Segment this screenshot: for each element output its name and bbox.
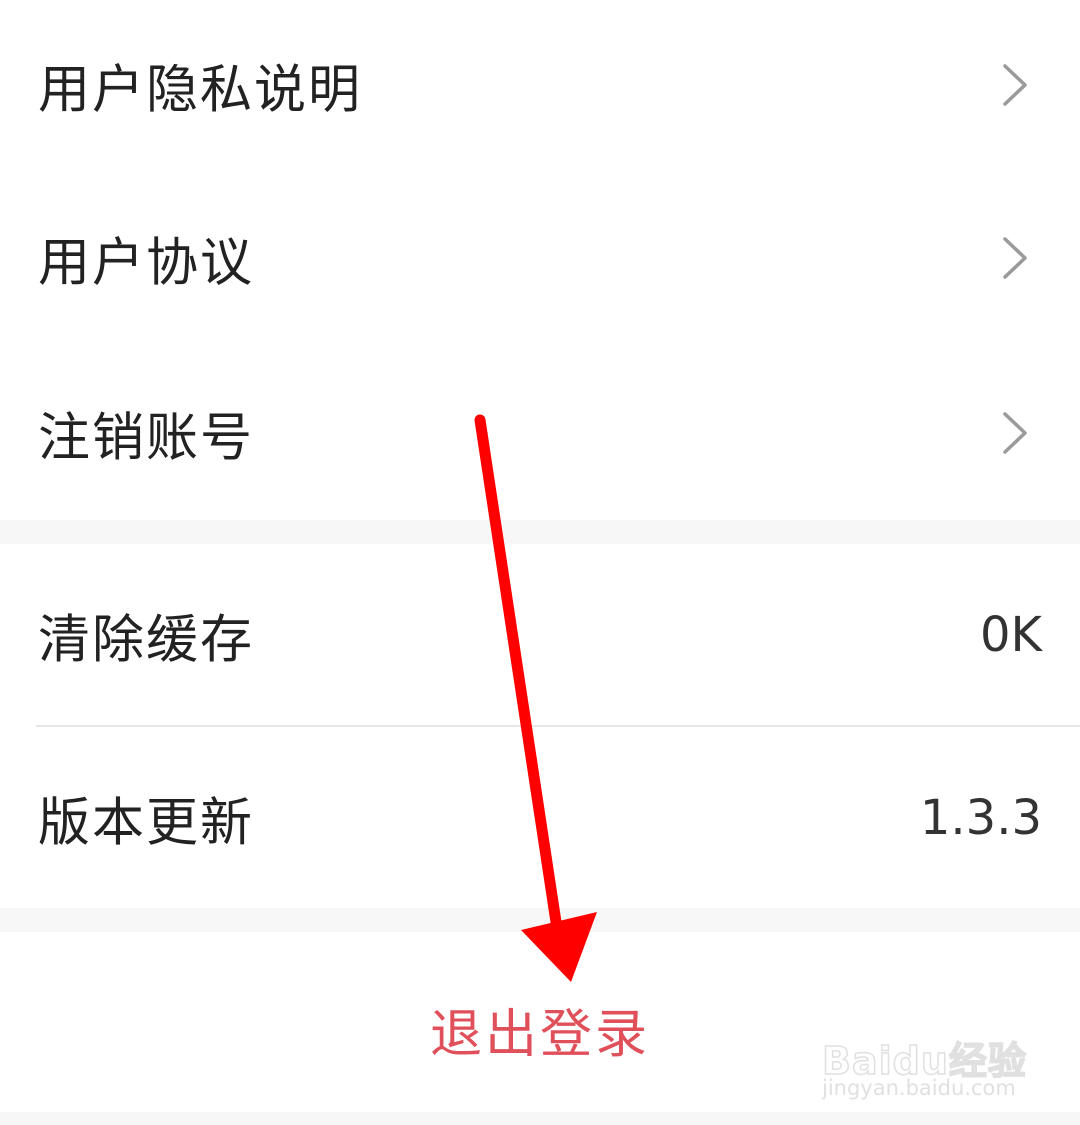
menu-item-privacy[interactable]: 用户隐私说明	[0, 0, 1080, 170]
bottom-separator	[0, 1112, 1080, 1125]
baidu-jingyan-watermark: Baidu经验 jingyan.baidu.com	[821, 1010, 1026, 1105]
watermark-url: jingyan.baidu.com	[822, 1076, 1016, 1100]
chevron-right-icon	[1003, 237, 1027, 279]
menu-item-version-update[interactable]: 版本更新 1.3.3	[0, 727, 1080, 908]
menu-item-delete-account[interactable]: 注销账号	[0, 346, 1080, 520]
menu-item-privacy-label: 用户隐私说明	[38, 60, 363, 121]
menu-item-clear-cache-label: 清除缓存	[38, 610, 255, 671]
menu-item-clear-cache[interactable]: 清除缓存 0K	[0, 544, 1080, 726]
menu-item-version-update-label: 版本更新	[38, 793, 255, 853]
cache-size-value: 0K	[979, 607, 1042, 663]
menu-item-delete-account-label: 注销账号	[38, 408, 255, 469]
settings-page: 用户隐私说明 用户协议 注销账号 清除缓存 0K 版本更新 1.3.3 退出登录	[0, 0, 1080, 1125]
chevron-right-icon	[1003, 412, 1027, 454]
section-separator	[0, 908, 1080, 932]
version-number-value: 1.3.3	[919, 789, 1042, 846]
section-separator	[0, 520, 1080, 544]
menu-item-user-agreement[interactable]: 用户协议	[0, 170, 1080, 346]
chevron-right-icon	[1003, 64, 1027, 106]
menu-item-user-agreement-label: 用户协议	[38, 233, 255, 294]
